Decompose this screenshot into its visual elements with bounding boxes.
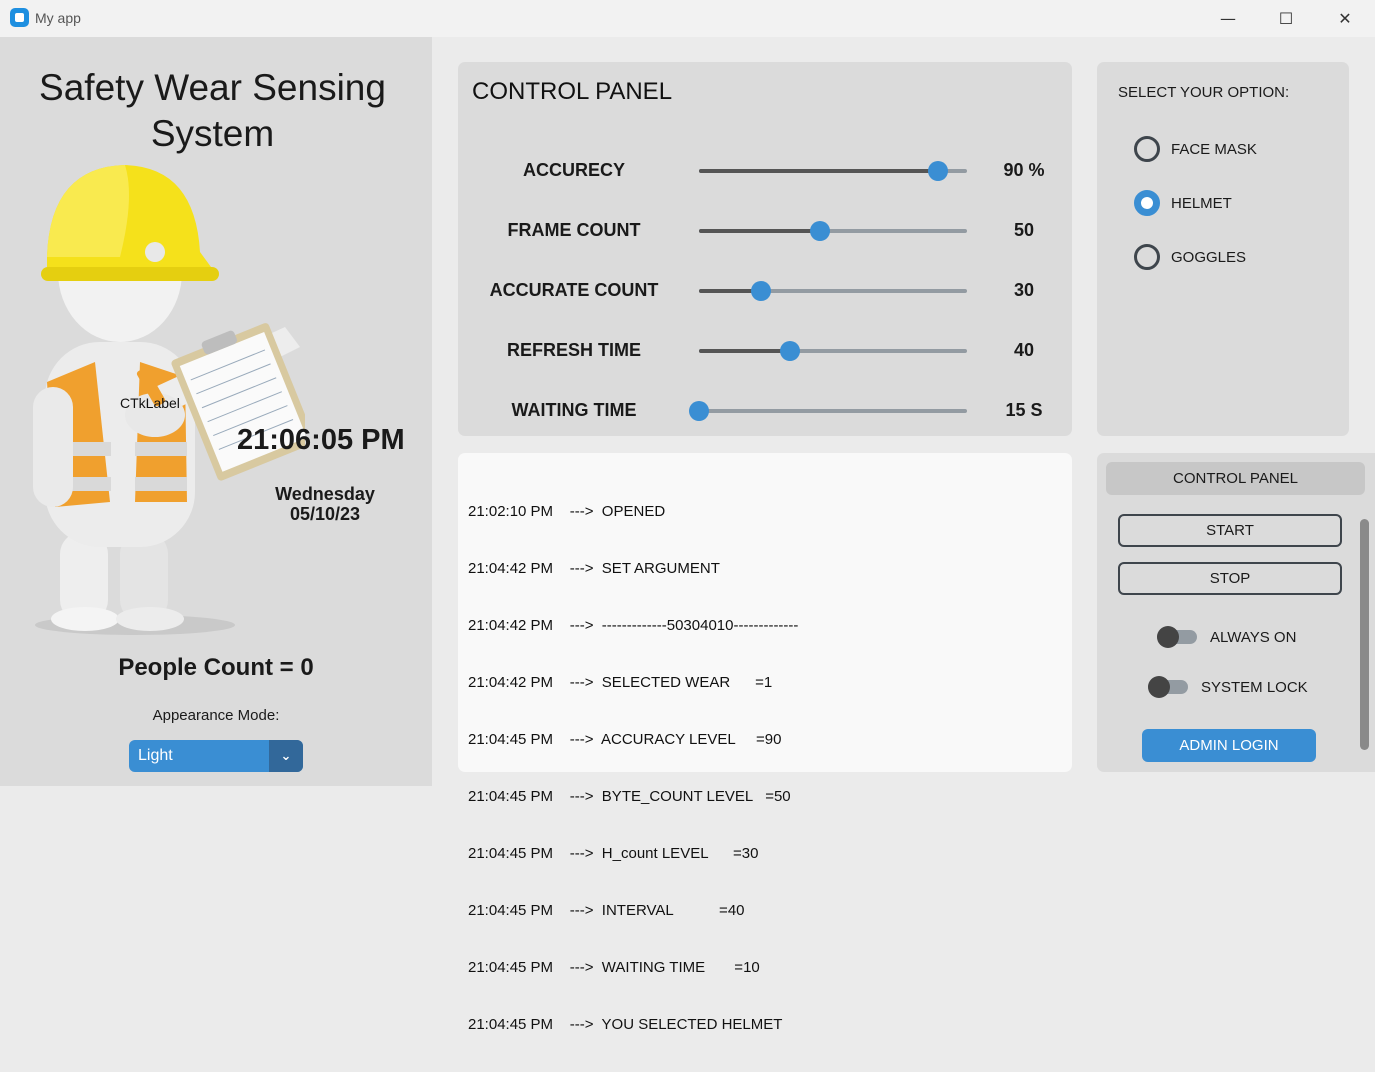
log-lines: 21:02:10 PM ---> OPENED 21:04:42 PM --->… <box>468 464 798 1072</box>
app-heading: Safety Wear Sensing System <box>39 67 386 154</box>
slider-value: 15 S <box>1005 400 1043 420</box>
wear-options-panel: SELECT YOUR OPTION: FACE MASK HELMET GOG… <box>1097 62 1349 436</box>
side-panel-header: CONTROL PANEL <box>1106 462 1365 495</box>
appearance-mode-value: Light <box>138 747 173 764</box>
radio-goggles[interactable]: GOGGLES <box>1134 244 1334 270</box>
appearance-mode-select[interactable]: Light ⌄ <box>129 740 303 772</box>
image-label: CTkLabel <box>120 395 180 411</box>
switch-label: ALWAYS ON <box>1210 629 1297 646</box>
slider-fill <box>699 169 938 173</box>
log-line: 21:04:42 PM ---> -------------50304010--… <box>468 617 799 634</box>
slider-handle[interactable] <box>809 221 830 241</box>
log-line: 21:04:45 PM ---> H_count LEVEL =30 <box>468 845 759 862</box>
log-line: 21:04:45 PM ---> ACCURACY LEVEL =90 <box>468 731 782 748</box>
control-panel-title: CONTROL PANEL <box>472 78 673 105</box>
log-line: 21:04:45 PM ---> BYTE_COUNT LEVEL =50 <box>468 788 791 805</box>
refresh-time-slider[interactable] <box>699 341 967 361</box>
slider-label: REFRESH TIME <box>506 340 641 360</box>
slider-row-accurate-count: ACCURATE COUNT 30 <box>458 276 1072 306</box>
radio-circle[interactable] <box>1134 190 1160 216</box>
frame-count-slider[interactable] <box>699 221 967 241</box>
slider-label: ACCURATE COUNT <box>489 280 659 300</box>
slider-value: 40 <box>1013 340 1035 360</box>
minimize-button[interactable]: — <box>1199 0 1257 37</box>
radio-circle[interactable] <box>1134 136 1160 162</box>
appearance-mode-label: Appearance Mode: <box>152 707 280 724</box>
system-lock-switch[interactable]: SYSTEM LOCK <box>1148 676 1348 698</box>
clock-time: 21:06:05 PM <box>237 424 405 456</box>
slider-value: 90 % <box>1003 160 1045 180</box>
log-line: 21:02:10 PM ---> OPENED <box>468 503 666 520</box>
people-count: People Count = 0 <box>118 654 314 681</box>
stop-button[interactable]: STOP <box>1118 562 1342 595</box>
slider-handle[interactable] <box>927 161 948 181</box>
radio-circle[interactable] <box>1134 244 1160 270</box>
date-value: 05/10/23 <box>289 504 361 524</box>
slider-handle[interactable] <box>689 401 709 421</box>
start-button[interactable]: START <box>1118 514 1342 547</box>
accurate-count-slider[interactable] <box>699 281 967 301</box>
side-control-panel: CONTROL PANEL START STOP ALWAYS ON SYSTE… <box>1097 453 1375 772</box>
slider-label: ACCURECY <box>522 160 625 180</box>
event-log-textbox[interactable]: 21:02:10 PM ---> OPENED 21:04:42 PM --->… <box>458 453 1072 1033</box>
title-bar: My app — ☐ ✕ <box>0 0 1375 37</box>
slider-row-frame-count: FRAME COUNT 50 <box>458 216 1072 246</box>
slider-fill <box>699 349 791 353</box>
slider-row-waiting-time: WAITING TIME 15 S <box>458 396 1072 426</box>
scrollbar[interactable] <box>1360 519 1369 750</box>
slider-row-accuracy: ACCURECY 90 % <box>458 156 1072 186</box>
log-line: 21:04:45 PM ---> INTERVAL =40 <box>468 902 745 919</box>
radio-label: GOGGLES <box>1171 249 1247 266</box>
day-of-week: Wednesday <box>275 484 375 504</box>
control-panel: CONTROL PANEL ACCURECY 90 % FRAME COUNT … <box>458 62 1072 436</box>
log-line: 21:04:45 PM ---> YOU SELECTED HELMET <box>468 1016 783 1033</box>
accuracy-slider[interactable] <box>699 161 967 181</box>
slider-row-refresh-time: REFRESH TIME 40 <box>458 336 1072 366</box>
always-on-switch[interactable]: ALWAYS ON <box>1157 626 1357 648</box>
left-sidebar: Safety Wear Sensing System CTkLabel 21:0… <box>0 37 432 786</box>
close-button[interactable]: ✕ <box>1316 0 1374 37</box>
log-line: 21:04:42 PM ---> SELECTED WEAR =1 <box>468 674 773 691</box>
switch-knob[interactable] <box>1157 626 1179 648</box>
log-line: 21:04:42 PM ---> SET ARGUMENT <box>468 560 720 577</box>
maximize-button[interactable]: ☐ <box>1257 0 1315 37</box>
slider-value: 30 <box>1013 280 1035 300</box>
slider-handle[interactable] <box>780 341 801 361</box>
waiting-time-slider[interactable] <box>689 401 967 421</box>
slider-label: FRAME COUNT <box>507 220 641 240</box>
radio-helmet[interactable]: HELMET <box>1134 190 1334 216</box>
admin-login-button[interactable]: ADMIN LOGIN <box>1142 729 1316 762</box>
radio-label: HELMET <box>1171 195 1232 212</box>
slider-handle[interactable] <box>750 281 771 301</box>
log-line: 21:04:45 PM ---> WAITING TIME =10 <box>468 959 760 976</box>
window-title: My app <box>35 10 81 26</box>
date-display: Wednesday 05/10/23 <box>250 484 400 524</box>
radio-face-mask[interactable]: FACE MASK <box>1134 136 1334 162</box>
chevron-down-icon[interactable]: ⌄ <box>269 740 303 772</box>
slider-fill <box>699 229 820 233</box>
slider-value: 50 <box>1013 220 1035 240</box>
switch-label: SYSTEM LOCK <box>1201 679 1308 696</box>
radio-label: FACE MASK <box>1171 141 1257 158</box>
switch-knob[interactable] <box>1148 676 1170 698</box>
app-icon <box>10 8 29 27</box>
options-title: SELECT YOUR OPTION: <box>1118 84 1290 101</box>
slider-label: WAITING TIME <box>511 400 637 420</box>
